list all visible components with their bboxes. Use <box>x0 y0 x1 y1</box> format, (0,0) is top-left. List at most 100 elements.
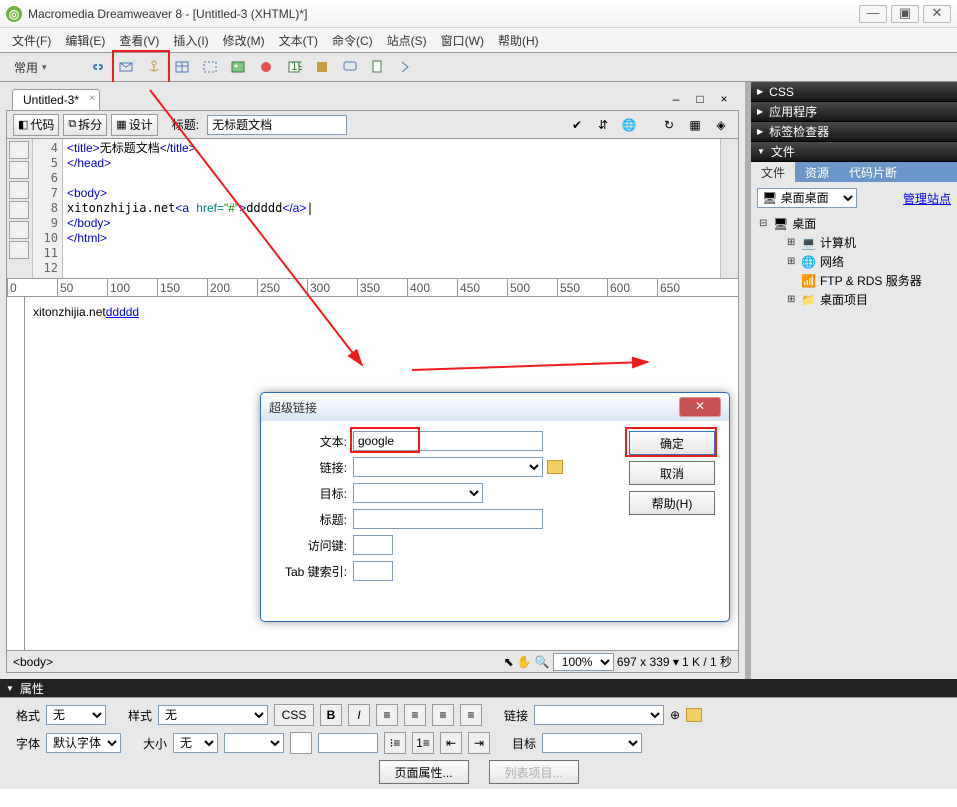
ordered-list-button[interactable]: 1≡ <box>412 732 434 754</box>
insert-category[interactable]: 常用 <box>6 59 55 76</box>
code-editor[interactable]: <title>无标题文档</title> </head> <body> xito… <box>63 139 720 278</box>
cancel-button[interactable]: 取消 <box>629 461 715 485</box>
site-select[interactable]: 🖥 桌面桌面 <box>757 188 857 208</box>
zoom-tool-icon[interactable]: 🔍 <box>535 655 550 669</box>
code-tool-3[interactable] <box>9 181 29 199</box>
view-split-button[interactable]: ⧉ 拆分 <box>63 114 107 136</box>
tree-desktop-items[interactable]: ⊞📁 桌面项目 <box>757 290 951 309</box>
validate-icon[interactable]: ✔ <box>566 114 588 136</box>
view-options-icon[interactable]: ▦ <box>684 114 706 136</box>
size-unit-select[interactable] <box>224 733 284 753</box>
prop-link-select[interactable] <box>534 705 664 725</box>
css-button[interactable]: CSS <box>274 704 314 726</box>
align-center-button[interactable]: ≡ <box>404 704 426 726</box>
doc-minimize-icon[interactable]: – <box>665 88 687 110</box>
dialog-close-button[interactable]: ✕ <box>679 397 721 417</box>
panel-files[interactable]: 文件 <box>751 142 957 162</box>
pointer-tool-icon[interactable]: ⬉ <box>504 655 514 669</box>
file-mgmt-icon[interactable]: ⇵ <box>592 114 614 136</box>
color-swatch[interactable] <box>290 732 312 754</box>
maximize-button[interactable]: ▣ <box>891 5 919 23</box>
italic-button[interactable]: I <box>348 704 370 726</box>
align-left-button[interactable]: ≡ <box>376 704 398 726</box>
properties-header[interactable]: 属性 <box>0 679 957 697</box>
menu-edit[interactable]: 编辑(E) <box>59 30 111 51</box>
align-justify-button[interactable]: ≡ <box>460 704 482 726</box>
div-icon[interactable] <box>199 56 221 78</box>
code-tool-5[interactable] <box>9 221 29 239</box>
align-right-button[interactable]: ≡ <box>432 704 454 726</box>
subtab-files[interactable]: 文件 <box>751 162 795 183</box>
code-tool-1[interactable] <box>9 141 29 159</box>
tree-ftp[interactable]: 📶 FTP & RDS 服务器 <box>757 271 951 290</box>
bold-button[interactable]: B <box>320 704 342 726</box>
minimize-button[interactable]: — <box>859 5 887 23</box>
tab-close-icon[interactable]: × <box>89 93 95 104</box>
subtab-assets[interactable]: 资源 <box>795 162 839 183</box>
visual-aids-icon[interactable]: ◈ <box>710 114 732 136</box>
preview-icon[interactable]: 🌐 <box>618 114 640 136</box>
hyperlink-icon[interactable] <box>87 56 109 78</box>
panel-css[interactable]: CSS <box>751 82 957 102</box>
format-select[interactable]: 无 <box>46 705 106 725</box>
prop-browse-icon[interactable] <box>686 708 702 722</box>
target-select[interactable] <box>353 483 483 503</box>
panel-application[interactable]: 应用程序 <box>751 102 957 122</box>
tag-chooser-icon[interactable] <box>395 56 417 78</box>
hand-tool-icon[interactable]: ✋ <box>517 655 532 669</box>
title-field-input[interactable] <box>353 509 543 529</box>
accesskey-input[interactable] <box>353 535 393 555</box>
design-link[interactable]: ddddd <box>106 305 139 319</box>
code-tool-6[interactable] <box>9 241 29 259</box>
document-tab[interactable]: Untitled-3* × <box>12 89 100 110</box>
help-button[interactable]: 帮助(H) <box>629 491 715 515</box>
tree-network[interactable]: ⊞🌐 网络 <box>757 252 951 271</box>
dialog-titlebar[interactable]: 超级链接 ✕ <box>261 393 729 421</box>
browse-folder-icon[interactable] <box>547 460 563 474</box>
outdent-button[interactable]: ⇤ <box>440 732 462 754</box>
code-tool-4[interactable] <box>9 201 29 219</box>
view-code-button[interactable]: ◧ 代码 <box>13 114 59 136</box>
comment-icon[interactable] <box>339 56 361 78</box>
tree-root[interactable]: ⊟🖥 桌面 <box>757 214 951 233</box>
subtab-snippets[interactable]: 代码片断 <box>839 162 907 183</box>
zoom-select[interactable]: 100% <box>553 653 614 671</box>
point-to-file-icon[interactable]: ⊕ <box>670 708 680 722</box>
media-icon[interactable] <box>255 56 277 78</box>
refresh-icon[interactable]: ↻ <box>658 114 680 136</box>
manage-sites-link[interactable]: 管理站点 <box>903 190 951 207</box>
prop-target-select[interactable] <box>542 733 642 753</box>
menu-modify[interactable]: 修改(M) <box>217 30 271 51</box>
size-select[interactable]: 无 <box>173 733 218 753</box>
menu-view[interactable]: 查看(V) <box>113 30 165 51</box>
close-button[interactable]: ✕ <box>923 5 951 23</box>
menu-site[interactable]: 站点(S) <box>381 30 433 51</box>
color-input[interactable] <box>318 733 378 753</box>
menu-help[interactable]: 帮助(H) <box>492 30 545 51</box>
server-include-icon[interactable] <box>311 56 333 78</box>
code-scrollbar[interactable] <box>720 139 738 278</box>
indent-button[interactable]: ⇥ <box>468 732 490 754</box>
page-properties-button[interactable]: 页面属性... <box>379 760 469 784</box>
menu-text[interactable]: 文本(T) <box>273 30 324 51</box>
doc-restore-icon[interactable]: □ <box>689 88 711 110</box>
code-tool-2[interactable] <box>9 161 29 179</box>
tabindex-input[interactable] <box>353 561 393 581</box>
tree-computer[interactable]: ⊞💻 计算机 <box>757 233 951 252</box>
doc-close-icon[interactable]: × <box>713 88 735 110</box>
menu-window[interactable]: 窗口(W) <box>435 30 490 51</box>
menu-insert[interactable]: 插入(I) <box>167 30 214 51</box>
title-input[interactable] <box>207 115 347 135</box>
image-icon[interactable] <box>227 56 249 78</box>
style-select[interactable]: 无 <box>158 705 268 725</box>
table-icon[interactable] <box>171 56 193 78</box>
link-combo[interactable] <box>353 457 543 477</box>
date-icon[interactable]: 19 <box>283 56 305 78</box>
window-size[interactable]: 697 x 339 ▾ <box>617 655 679 669</box>
tag-selector[interactable]: <body> <box>13 655 53 669</box>
panel-taginspector[interactable]: 标签检查器 <box>751 122 957 142</box>
unordered-list-button[interactable]: ⁝≡ <box>384 732 406 754</box>
menu-file[interactable]: 文件(F) <box>6 30 57 51</box>
menu-commands[interactable]: 命令(C) <box>326 30 379 51</box>
templates-icon[interactable] <box>367 56 389 78</box>
